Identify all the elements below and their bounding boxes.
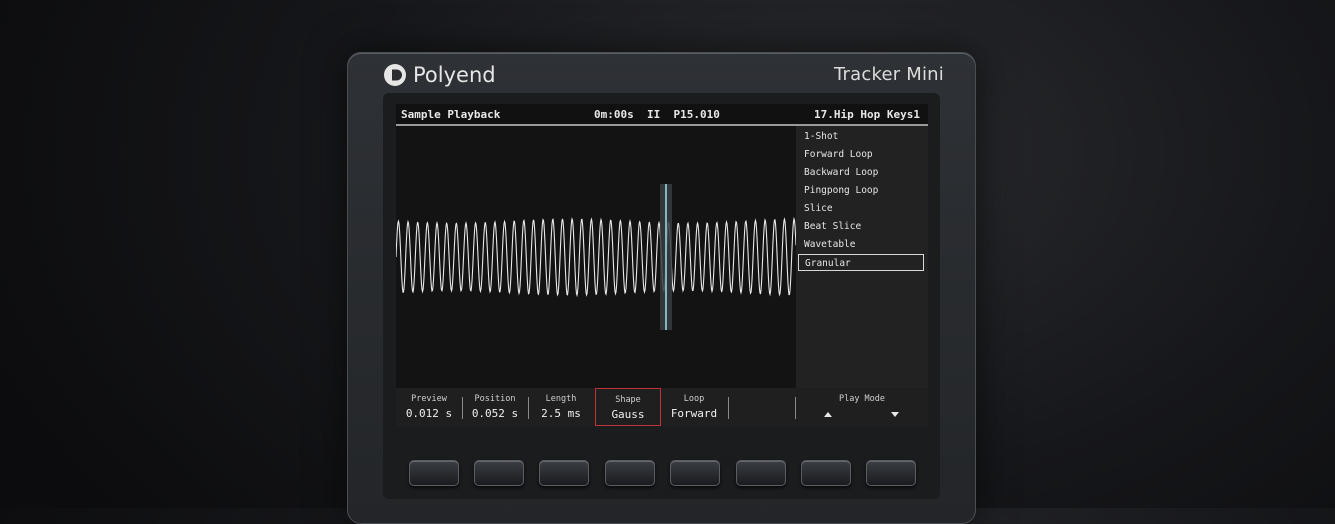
waveform-path: [396, 216, 796, 298]
param-label: Play Mode: [838, 394, 886, 404]
model-name: Tracker Mini: [834, 64, 944, 85]
param-preview[interactable]: Preview 0.012 s: [396, 388, 462, 426]
tracker-device: Polyend Tracker Mini Sample Playback 0m:…: [347, 52, 976, 524]
grain-position-marker: [665, 184, 667, 330]
param-position[interactable]: Position 0.052 s: [462, 388, 528, 426]
instrument-name: 17.Hip Hop Keys1: [814, 108, 920, 121]
play-mode-item[interactable]: Beat Slice: [798, 218, 924, 235]
param-value: Gauss: [611, 408, 645, 421]
param-value: 0.012 s: [405, 407, 453, 420]
param-label: Shape: [615, 395, 641, 405]
waveform-graphic: [396, 184, 796, 330]
time-status: 0m:00s II P15.010: [594, 108, 720, 121]
param-divider: [728, 397, 729, 419]
brand-logo: Polyend: [384, 63, 496, 87]
param-loop[interactable]: Loop Forward: [661, 388, 727, 426]
param-value: Forward: [670, 407, 718, 420]
hardware-button-1[interactable]: [409, 460, 459, 486]
hardware-button-8[interactable]: [866, 460, 916, 486]
param-value: 2.5 ms: [541, 407, 581, 420]
waveform-view[interactable]: [396, 126, 796, 388]
hardware-button-7[interactable]: [801, 460, 851, 486]
play-mode-item-selected[interactable]: Granular: [798, 254, 924, 271]
play-mode-item[interactable]: Wavetable: [798, 236, 924, 253]
polyend-logo-icon: [384, 64, 406, 86]
param-value: 0.052 s: [471, 407, 519, 420]
param-label: Length: [545, 394, 577, 404]
hardware-button-4[interactable]: [605, 460, 655, 486]
triangle-down-icon[interactable]: [891, 412, 899, 417]
play-mode-item[interactable]: Forward Loop: [798, 146, 924, 163]
hardware-button-3[interactable]: [539, 460, 589, 486]
brand-name: Polyend: [413, 63, 496, 87]
mode-title: Sample Playback: [401, 108, 501, 121]
param-length[interactable]: Length 2.5 ms: [528, 388, 594, 426]
play-mode-item[interactable]: Backward Loop: [798, 164, 924, 181]
screen-header: Sample Playback 0m:00s II P15.010 17.Hip…: [396, 104, 928, 126]
hardware-button-6[interactable]: [736, 460, 786, 486]
param-label: Preview: [411, 394, 447, 404]
play-mode-item[interactable]: 1-Shot: [798, 128, 924, 145]
play-mode-list: 1-Shot Forward Loop Backward Loop Pingpo…: [796, 126, 928, 388]
param-shape[interactable]: Shape Gauss: [595, 388, 661, 426]
param-play-mode[interactable]: Play Mode: [796, 388, 928, 426]
display-screen: Sample Playback 0m:00s II P15.010 17.Hip…: [396, 104, 928, 426]
param-label: Loop: [683, 394, 705, 404]
parameter-bar: Preview 0.012 s Position 0.052 s Length …: [396, 388, 928, 426]
hardware-button-2[interactable]: [474, 460, 524, 486]
play-mode-item[interactable]: Slice: [798, 200, 924, 217]
play-mode-item[interactable]: Pingpong Loop: [798, 182, 924, 199]
hardware-button-5[interactable]: [670, 460, 720, 486]
param-label: Position: [474, 394, 516, 404]
triangle-up-icon[interactable]: [824, 412, 832, 417]
